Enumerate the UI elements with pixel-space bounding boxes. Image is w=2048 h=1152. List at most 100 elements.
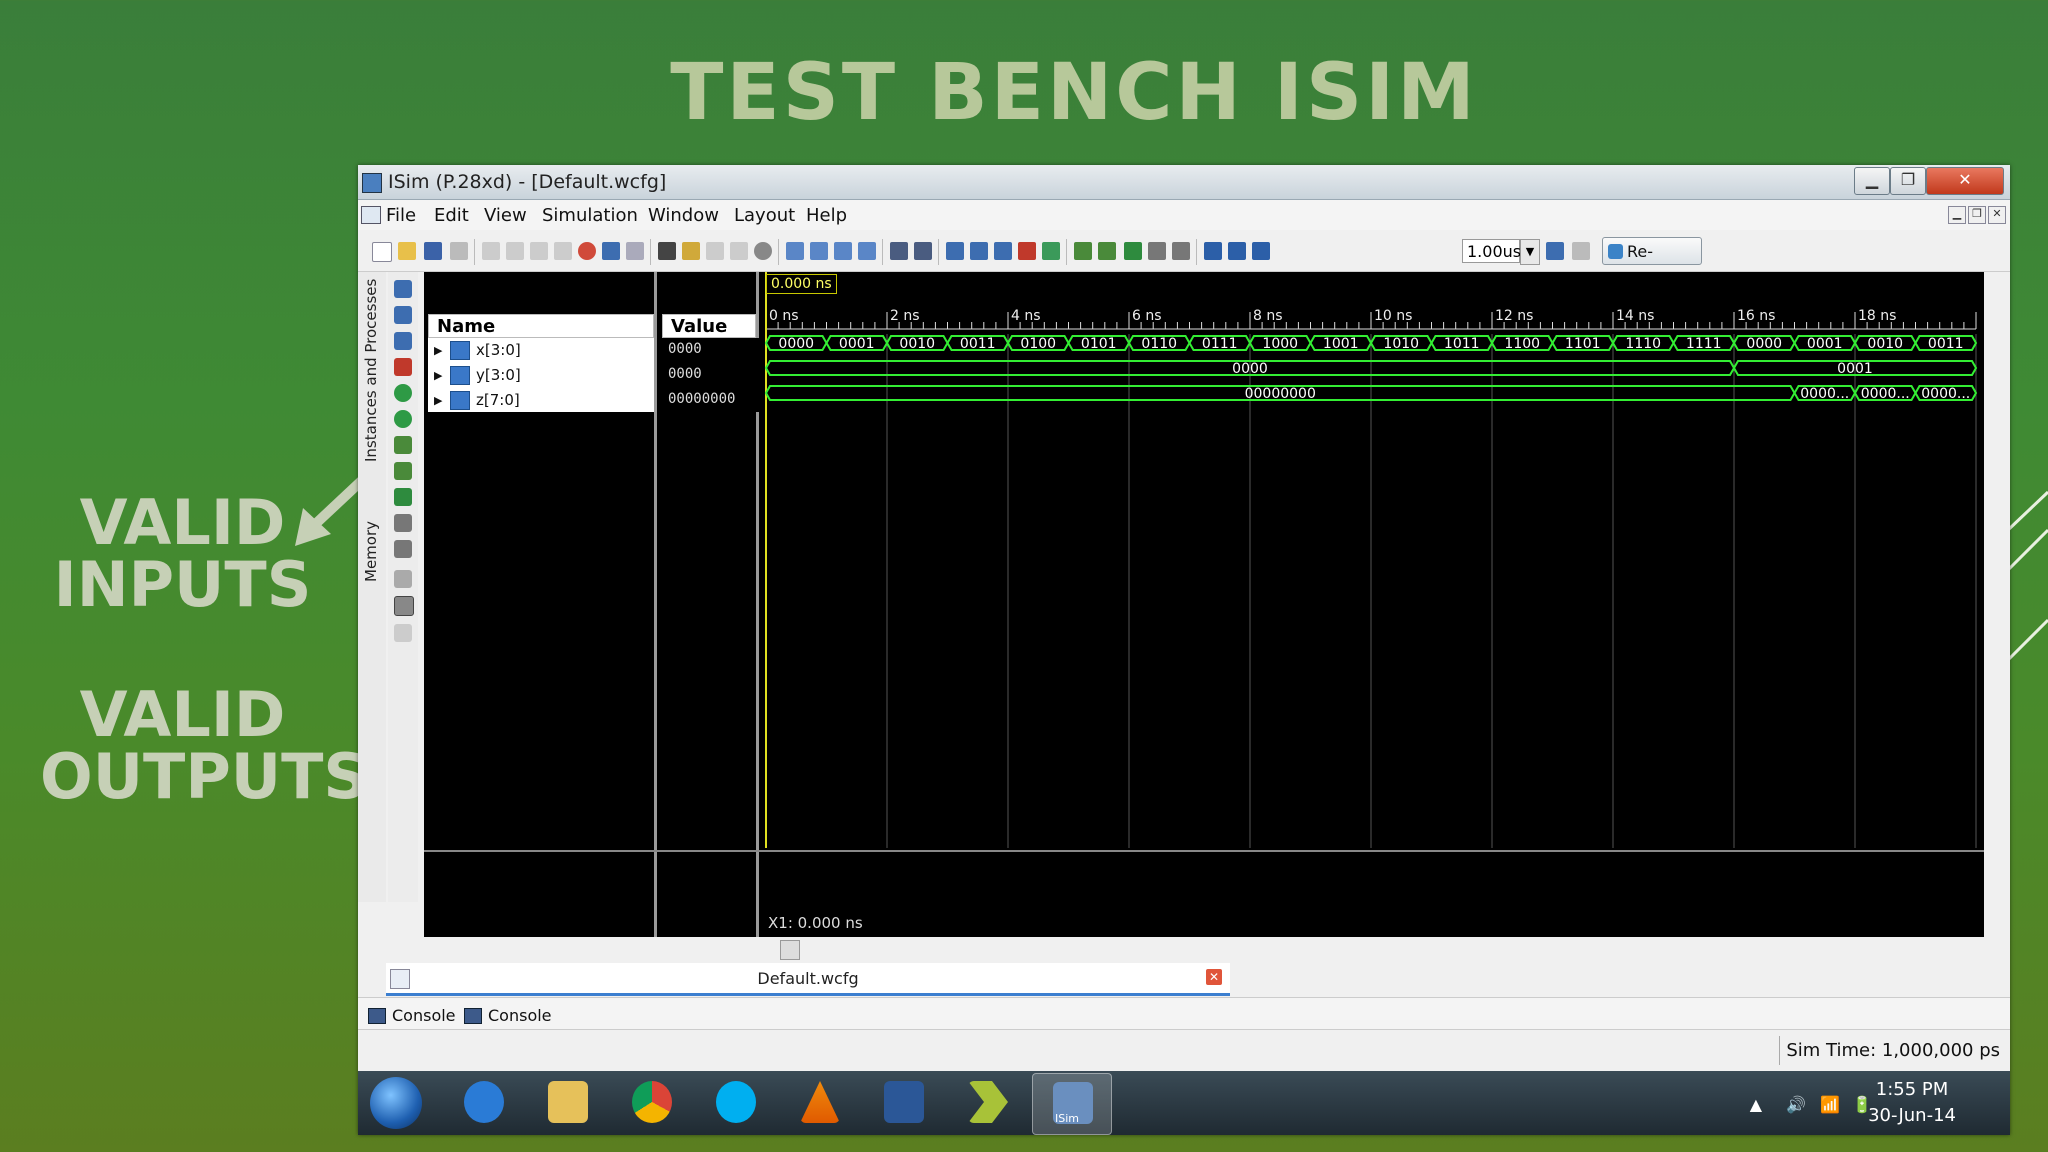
menu-layout[interactable]: Layout [734,205,795,226]
value-column-header[interactable]: Value [662,314,756,338]
find-icon[interactable] [658,242,676,260]
menu-window[interactable]: Window [648,205,719,226]
names-scrollbar[interactable] [424,937,654,961]
zoom-cursor-icon[interactable] [1018,242,1036,260]
tile-horizontal-icon[interactable] [810,242,828,260]
cancel-icon[interactable] [754,242,772,260]
file-explorer-button[interactable] [528,1073,606,1133]
find-in-files-icon[interactable] [682,242,700,260]
zoom-out-icon[interactable] [970,242,988,260]
swap-cursor-icon[interactable] [394,570,412,588]
tab-console[interactable]: Console [368,1006,456,1025]
stop-icon[interactable] [578,242,596,260]
expand-icon[interactable]: ▶ [434,369,442,382]
mdi-restore-icon[interactable]: ❐ [1968,206,1986,224]
previous-icon[interactable] [730,242,748,260]
copy-icon[interactable] [506,242,524,260]
mdi-minimize-icon[interactable]: ▁ [1948,206,1966,224]
prev-transition-icon[interactable] [394,436,412,454]
zoom-out-icon[interactable] [394,306,412,324]
step-back-icon[interactable] [1546,242,1564,260]
step-over-icon[interactable] [1172,242,1190,260]
isim-taskbar-button[interactable]: ISim [1032,1073,1112,1135]
waveform-canvas[interactable]: 0 ns 2 ns 4 ns 6 ns 8 ns 10 ns 12 ns 14 ns 16 ns… [762,272,1984,912]
zoom-fit-icon[interactable] [994,242,1012,260]
floating-ruler-icon[interactable] [394,624,412,642]
menu-file[interactable]: File [386,205,416,226]
vlc-button[interactable] [780,1073,858,1133]
tab-console-2[interactable]: Console [464,1006,552,1025]
marker-prev-icon[interactable] [1074,242,1092,260]
zoom-full-icon[interactable] [394,332,412,350]
document-tab[interactable]: Default.wcfg ✕ [386,963,1230,996]
tray-expand-icon[interactable]: ▲ [1750,1095,1762,1114]
help-icon[interactable] [914,242,932,260]
network-icon[interactable]: 📶 [1820,1095,1840,1114]
internet-explorer-button[interactable] [444,1073,522,1133]
menu-edit[interactable]: Edit [434,205,469,226]
undo-icon[interactable] [602,242,620,260]
cut-icon[interactable] [482,242,500,260]
expand-icon[interactable]: ▶ [434,394,442,407]
delete-icon[interactable] [554,242,572,260]
save-icon[interactable] [424,242,442,260]
zoom-in-icon[interactable] [946,242,964,260]
zoom-in-icon[interactable] [394,280,412,298]
maximize-button[interactable]: ❐ [1890,167,1926,195]
tile-vertical-icon[interactable] [834,242,852,260]
marker-next-icon[interactable] [1098,242,1116,260]
run-time-dropdown-icon[interactable]: ▼ [1520,239,1540,265]
go-to-time-icon[interactable] [394,384,412,402]
redo-icon[interactable] [626,242,644,260]
xilinx-button[interactable] [948,1073,1026,1133]
add-marker-icon[interactable] [394,488,412,506]
wave-scrollbar[interactable] [760,937,1984,961]
prev-marker-icon[interactable] [394,514,412,532]
paste-icon[interactable] [530,242,548,260]
window-icon[interactable] [858,242,876,260]
mdi-doc-icon[interactable] [361,206,381,224]
new-file-icon[interactable] [372,242,392,262]
zoom-marker-icon[interactable] [394,358,412,376]
cascade-icon[interactable] [786,242,804,260]
signal-row-y[interactable]: ▶ y[3:0] [428,363,658,388]
vertical-scrollbar[interactable] [1984,272,2006,937]
print-icon[interactable] [450,242,468,260]
step-icon[interactable] [1148,242,1166,260]
scroll-thumb[interactable] [780,940,800,960]
start-button[interactable] [370,1077,422,1129]
tab-memory[interactable]: Memory [362,521,380,582]
minimize-button[interactable]: ▁ [1854,167,1890,195]
run-time-input[interactable]: 1.00us [1462,239,1521,263]
menu-simulation[interactable]: Simulation [542,205,638,226]
name-column-header[interactable]: Name [428,314,654,338]
close-button[interactable]: ✕ [1926,167,2004,195]
next-icon[interactable] [706,242,724,260]
signal-row-x[interactable]: ▶ x[3:0] [428,338,658,363]
run-icon[interactable] [1228,242,1246,260]
mdi-close-icon[interactable]: ✕ [1988,206,2006,224]
expand-icon[interactable]: ▶ [434,344,442,357]
refresh-icon[interactable] [1042,242,1060,260]
next-transition-icon[interactable] [394,462,412,480]
word-button[interactable] [864,1073,942,1133]
skype-button[interactable] [696,1073,774,1133]
go-to-cursor-icon[interactable] [394,410,412,428]
properties-icon[interactable] [890,242,908,260]
signal-row-z[interactable]: ▶ z[7:0] [428,388,658,413]
values-scrollbar[interactable] [658,937,756,961]
volume-icon[interactable]: 🔊 [1786,1095,1806,1114]
run-for-icon[interactable] [1252,242,1270,260]
menu-help[interactable]: Help [806,205,847,226]
run-all-icon[interactable] [1204,242,1222,260]
restart-icon[interactable] [1124,242,1142,260]
snap-icon[interactable] [394,596,414,616]
chrome-button[interactable] [612,1073,690,1133]
pause-icon[interactable] [1572,242,1590,260]
next-marker-icon[interactable] [394,540,412,558]
tab-instances-processes[interactable]: Instances and Processes [362,279,380,462]
menu-view[interactable]: View [484,205,527,226]
relaunch-button[interactable]: Re-launch [1602,237,1702,289]
close-tab-icon[interactable]: ✕ [1206,969,1222,985]
system-clock[interactable]: 1:55 PM 30-Jun-14 [1868,1077,1956,1129]
